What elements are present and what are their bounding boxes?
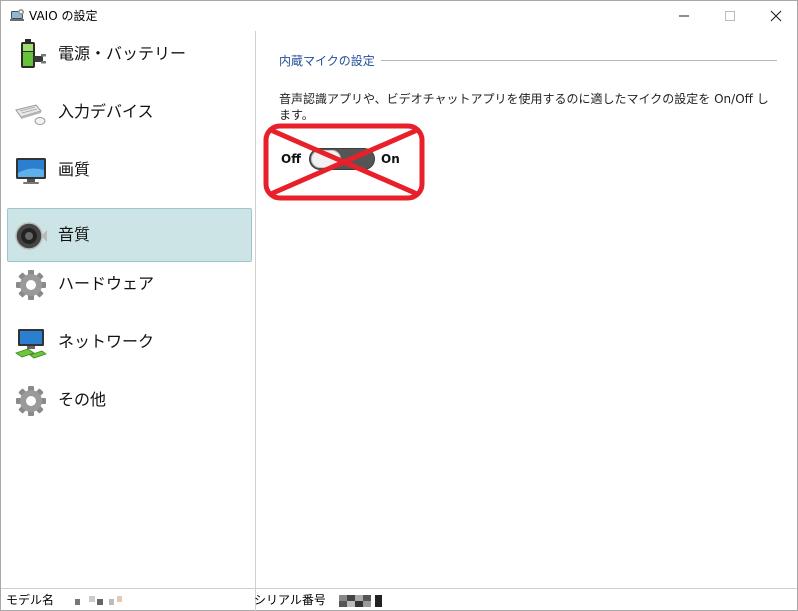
red-x-mark	[263, 123, 425, 201]
maximize-button[interactable]	[707, 1, 753, 31]
model-name-redacted	[73, 593, 129, 607]
gear-icon	[16, 386, 46, 416]
gear-icon	[16, 270, 46, 300]
monitor-icon	[16, 158, 46, 184]
vaio-settings-icon	[10, 9, 24, 21]
section-description: 音声認識アプリや、ビデオチャットアプリを使用するのに適したマイクの設定を On/…	[279, 92, 769, 122]
sidebar-item-label: ハードウェア	[58, 274, 155, 293]
close-icon	[770, 10, 782, 22]
sidebar-item-label: 音質	[58, 225, 91, 244]
sidebar-item-power-battery[interactable]: 電源・バッテリー	[7, 27, 252, 81]
window-title: VAIO の設定	[29, 9, 98, 23]
status-bar: モデル名 シリアル番号	[1, 588, 797, 611]
sidebar-item-label: その他	[58, 390, 107, 409]
serial-number-redacted	[337, 593, 389, 607]
network-icon	[15, 329, 47, 359]
sidebar-item-label: 入力デバイス	[58, 102, 154, 121]
minimize-button[interactable]	[661, 1, 707, 31]
speaker-icon	[15, 222, 47, 250]
minimize-icon	[679, 15, 689, 17]
maximize-icon	[725, 11, 735, 21]
sidebar-item-sound[interactable]: 音質	[7, 208, 252, 262]
keyboard-mouse-icon	[15, 104, 46, 125]
vaio-settings-window: VAIO の設定 電源・バッテリー 入力デバイス 画質 音質 ハードウェア ネッ…	[0, 0, 798, 611]
sidebar-item-other[interactable]: その他	[7, 373, 252, 427]
model-name-label: モデル名	[6, 593, 55, 607]
section-title: 内蔵マイクの設定	[279, 54, 375, 68]
sidebar-item-hardware[interactable]: ハードウェア	[7, 257, 252, 311]
section-divider	[381, 60, 777, 61]
serial-number-label: シリアル番号	[254, 593, 326, 607]
sidebar-item-label: 電源・バッテリー	[58, 44, 187, 63]
sidebar-item-network[interactable]: ネットワーク	[7, 315, 252, 369]
sidebar-item-label: 画質	[58, 160, 91, 179]
close-button[interactable]	[753, 1, 798, 31]
main-panel: 内蔵マイクの設定 音声認識アプリや、ビデオチャットアプリを使用するのに適したマイ…	[257, 31, 797, 588]
sidebar: 電源・バッテリー 入力デバイス 画質 音質 ハードウェア ネットワーク その他	[1, 31, 256, 588]
battery-power-icon	[21, 39, 46, 68]
sidebar-item-display[interactable]: 画質	[7, 143, 252, 197]
sidebar-item-input-devices[interactable]: 入力デバイス	[7, 85, 252, 139]
sidebar-item-label: ネットワーク	[58, 332, 155, 351]
